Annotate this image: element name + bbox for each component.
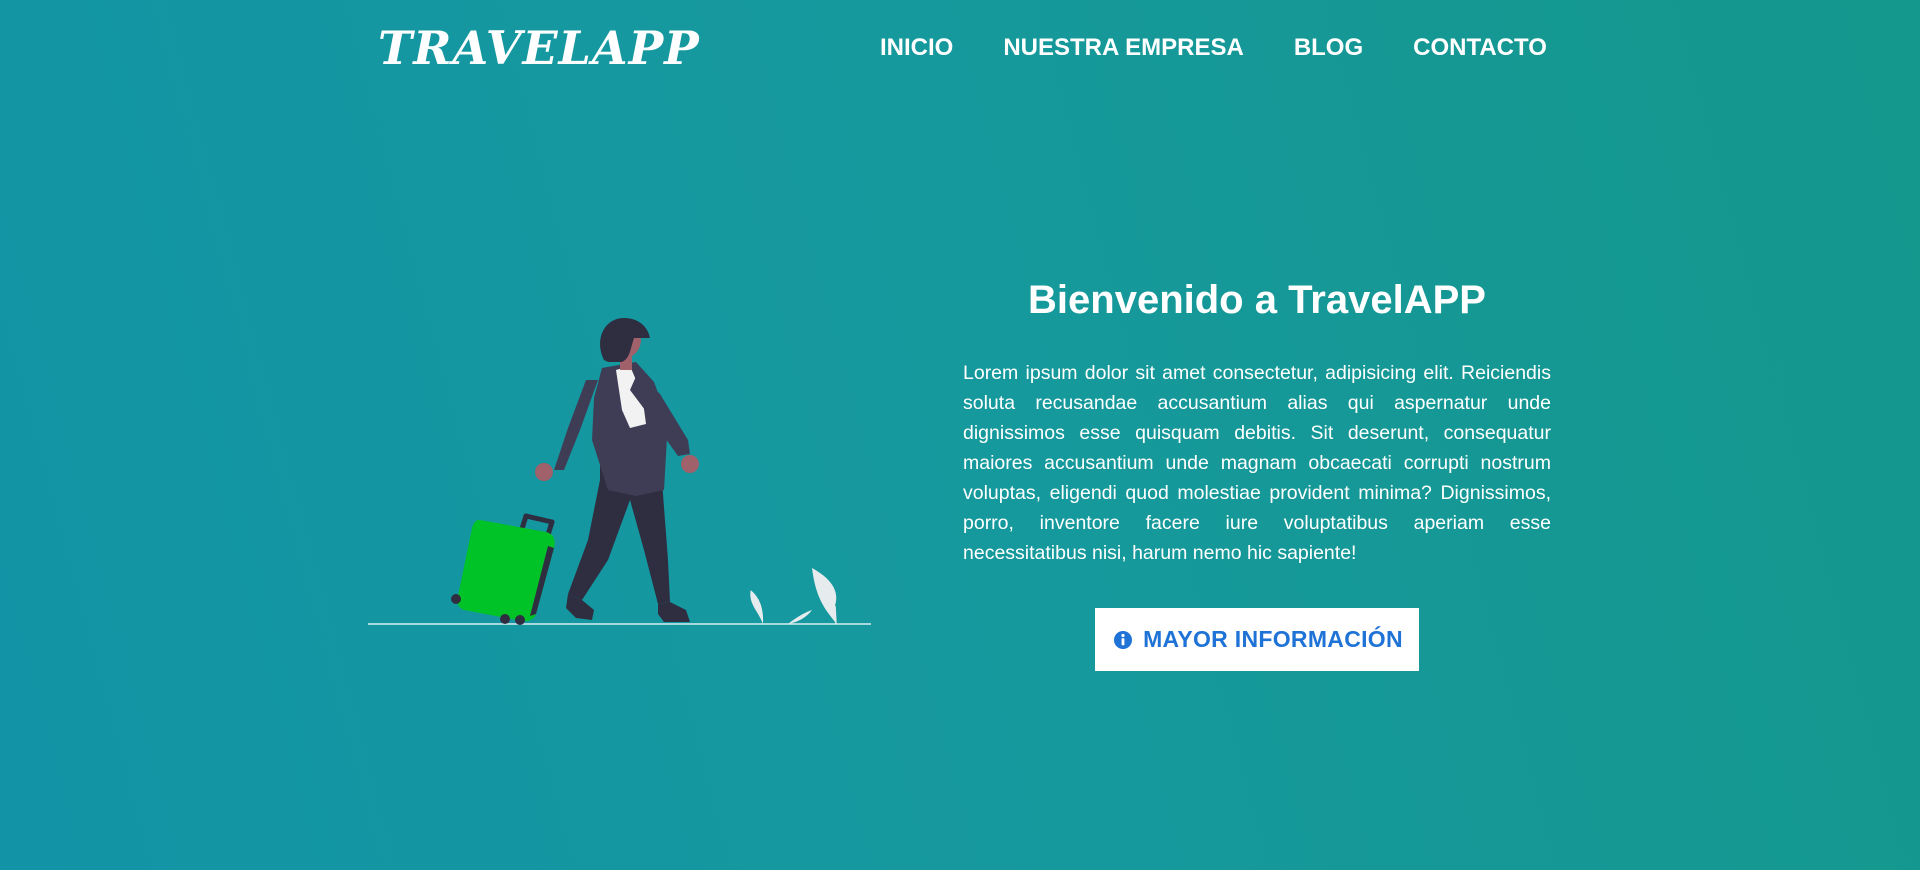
- traveler-with-suitcase-image: [368, 318, 871, 625]
- cta-container: MAYOR INFORMACIÓN: [963, 608, 1551, 671]
- nav-link-nuestra-empresa[interactable]: NUESTRA EMPRESA: [1003, 28, 1243, 68]
- site-logo[interactable]: TRAVELAPP: [378, 18, 700, 78]
- nav-link-contacto[interactable]: CONTACTO: [1413, 28, 1547, 68]
- plant-leaves: [750, 568, 837, 625]
- site-header: TRAVELAPP INICIO NUESTRA EMPRESA BLOG CO…: [0, 0, 1920, 100]
- traveler-illustration: [368, 310, 871, 630]
- nav-link-blog[interactable]: BLOG: [1294, 28, 1363, 68]
- nav-link-inicio[interactable]: INICIO: [880, 28, 953, 68]
- suitcase: [457, 520, 555, 622]
- hero-description: Lorem ipsum dolor sit amet consectetur, …: [963, 362, 1551, 564]
- more-info-button[interactable]: MAYOR INFORMACIÓN: [1095, 608, 1419, 671]
- hero-title: Bienvenido a TravelAPP: [1028, 278, 1486, 322]
- hero-section: Bienvenido a TravelAPP Lorem ipsum dolor…: [963, 270, 1551, 671]
- main-nav: INICIO NUESTRA EMPRESA BLOG CONTACTO: [880, 28, 1547, 68]
- hair: [600, 318, 650, 362]
- info-circle-icon: [1114, 630, 1133, 649]
- more-info-label: MAYOR INFORMACIÓN: [1143, 626, 1403, 652]
